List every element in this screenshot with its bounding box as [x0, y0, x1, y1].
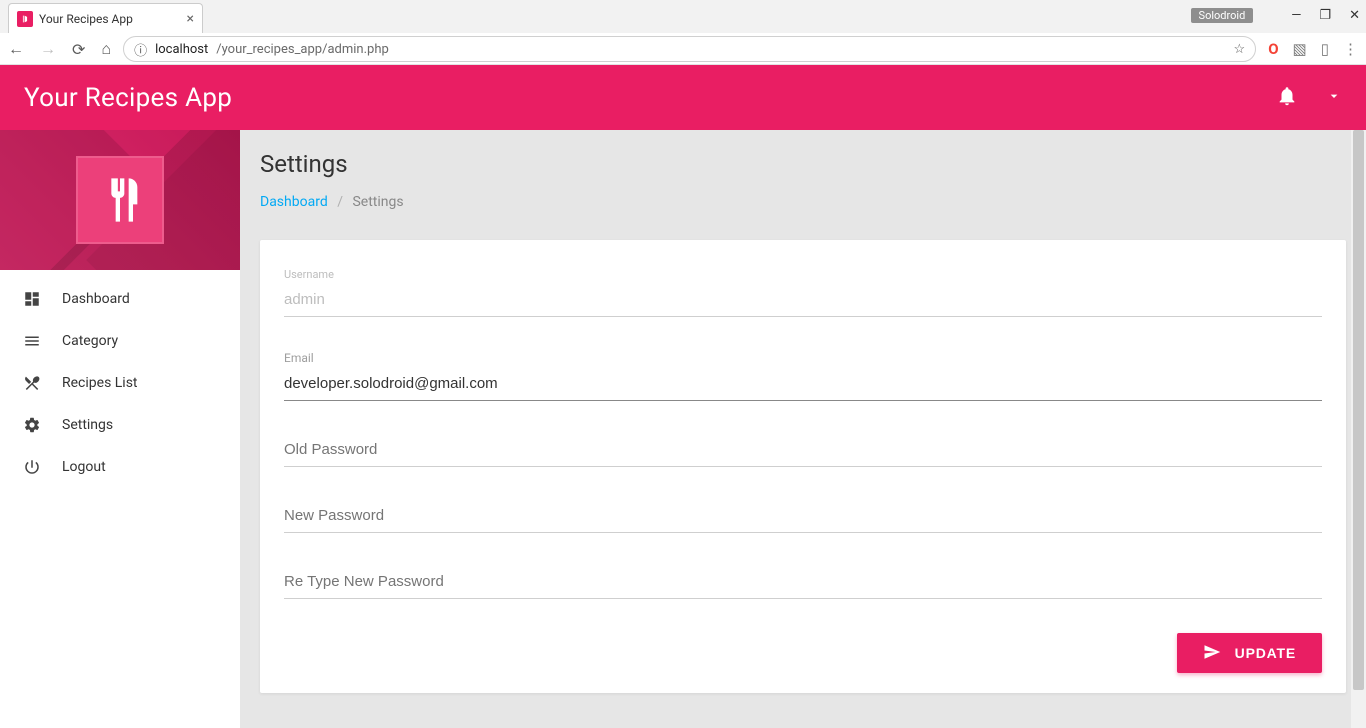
update-button[interactable]: UPDATE — [1177, 633, 1322, 673]
breadcrumb-root-link[interactable]: Dashboard — [260, 194, 328, 210]
profile-badge[interactable]: Solodroid — [1191, 8, 1254, 23]
dashboard-icon — [22, 290, 42, 308]
sidebar-logo — [0, 130, 240, 270]
field-old-password — [284, 435, 1322, 467]
sidebar-item-label: Category — [62, 333, 118, 349]
tab-strip: Your Recipes App × Solodroid — ❐ ✕ — [0, 0, 1366, 33]
field-retype-password — [284, 567, 1322, 599]
nav-home-icon[interactable]: ⌂ — [101, 39, 111, 59]
window-minimize-icon[interactable]: — — [1291, 8, 1301, 23]
nav-forward-icon: → — [40, 39, 56, 59]
nav-back-icon[interactable]: ← — [8, 39, 24, 59]
utensils-icon — [22, 374, 42, 392]
retype-password-input[interactable] — [284, 567, 1322, 599]
app-root: Your Recipes App Dashboard — [0, 65, 1366, 728]
site-info-icon[interactable]: ⓘ — [134, 40, 147, 59]
new-password-input[interactable] — [284, 501, 1322, 533]
sidebar-item-label: Recipes List — [62, 375, 138, 391]
username-label: Username — [284, 268, 1322, 281]
sidebar-item-recipes-list[interactable]: Recipes List — [0, 362, 240, 404]
email-label: Email — [284, 351, 1322, 365]
gear-icon — [22, 416, 42, 434]
field-new-password — [284, 501, 1322, 533]
app-title: Your Recipes App — [24, 83, 232, 113]
sidebar-item-logout[interactable]: Logout — [0, 446, 240, 488]
breadcrumb-separator: / — [337, 194, 343, 210]
user-menu-caret-icon[interactable] — [1326, 88, 1342, 108]
extension-plus-icon[interactable]: ▧ — [1293, 40, 1307, 58]
sidebar-item-dashboard[interactable]: Dashboard — [0, 278, 240, 320]
breadcrumb-current: Settings — [352, 194, 403, 210]
url-host: localhost — [155, 42, 208, 57]
browser-chrome: Your Recipes App × Solodroid — ❐ ✕ ← → ⟳… — [0, 0, 1366, 65]
breadcrumb: Dashboard / Settings — [240, 188, 1366, 228]
old-password-input[interactable] — [284, 435, 1322, 467]
field-email: Email — [284, 351, 1322, 401]
bookmark-star-icon[interactable]: ☆ — [1234, 42, 1246, 57]
tab-favicon-icon — [17, 11, 33, 27]
page-title: Settings — [260, 150, 1346, 178]
url-path: /your_recipes_app/admin.php — [216, 42, 389, 57]
sidebar-item-label: Settings — [62, 417, 113, 433]
sidebar: Dashboard Category Recipes List Settings… — [0, 130, 240, 728]
device-icon[interactable]: ▯ — [1321, 40, 1329, 58]
notifications-bell-icon[interactable] — [1276, 85, 1298, 111]
update-button-label: UPDATE — [1235, 645, 1296, 661]
extension-opera-icon[interactable]: O — [1268, 40, 1278, 58]
sidebar-menu: Dashboard Category Recipes List Settings… — [0, 270, 240, 488]
window-controls: Solodroid — ❐ ✕ — [1191, 0, 1360, 30]
toolbar-row: ← → ⟳ ⌂ ⓘ localhost/your_recipes_app/adm… — [0, 33, 1366, 65]
nav-reload-icon[interactable]: ⟳ — [72, 40, 85, 59]
sidebar-item-settings[interactable]: Settings — [0, 404, 240, 446]
sidebar-item-category[interactable]: Category — [0, 320, 240, 362]
sidebar-item-label: Dashboard — [62, 291, 130, 307]
scrollbar-thumb[interactable] — [1353, 130, 1364, 690]
window-maximize-icon[interactable]: ❐ — [1319, 8, 1331, 23]
username-input — [284, 285, 1322, 317]
main-content: Settings Dashboard / Settings Username E… — [240, 130, 1366, 728]
browser-menu-icon[interactable]: ⋮ — [1343, 40, 1358, 58]
menu-icon — [22, 332, 42, 350]
browser-tab[interactable]: Your Recipes App × — [8, 3, 203, 33]
field-username: Username — [284, 268, 1322, 317]
topbar: Your Recipes App — [0, 65, 1366, 130]
address-bar[interactable]: ⓘ localhost/your_recipes_app/admin.php ☆ — [123, 36, 1256, 62]
sidebar-item-label: Logout — [62, 459, 106, 475]
email-input[interactable] — [284, 369, 1322, 401]
tab-close-icon[interactable]: × — [187, 11, 194, 27]
power-icon — [22, 458, 42, 476]
tab-title: Your Recipes App — [39, 12, 133, 26]
window-close-icon[interactable]: ✕ — [1349, 8, 1360, 23]
app-logo-icon — [76, 156, 164, 244]
settings-card: Username Email — [260, 240, 1346, 693]
send-icon — [1203, 643, 1221, 664]
